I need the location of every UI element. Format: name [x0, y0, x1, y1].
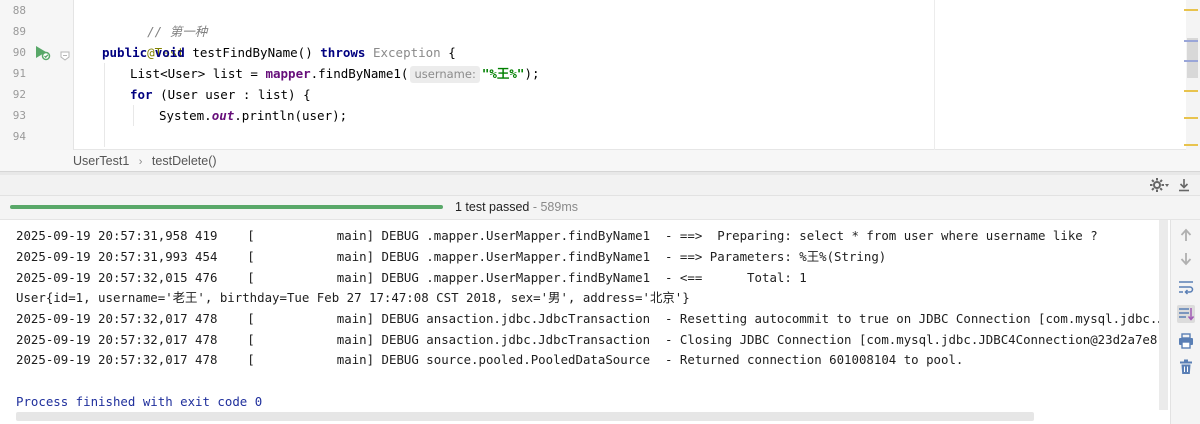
log-line: 2025-09-19 20:57:32,017 478 [ main] DEBU…	[16, 311, 1166, 326]
line-number: 90	[12, 46, 26, 59]
code-line-88[interactable]: // 第一种	[102, 0, 207, 39]
code-line-91[interactable]: List<User> list = mapper.findByName1(use…	[130, 63, 540, 84]
log-line: 2025-09-19 20:57:32,017 478 [ main] DEBU…	[16, 352, 964, 367]
code-editor[interactable]: 88 89 90 91 92 93 94 // 第一种 @Test public…	[0, 0, 1200, 165]
static-field-out: out	[211, 108, 235, 123]
test-result: 1 test passed	[455, 200, 530, 214]
editor-scrollbar-thumb[interactable]	[1187, 38, 1198, 78]
code-line-89[interactable]: @Test	[102, 21, 185, 60]
gear-icon[interactable]	[1150, 177, 1170, 196]
error-stripe-marker[interactable]	[1184, 144, 1198, 146]
method-call: .findByName1(	[310, 66, 409, 81]
error-stripe-marker[interactable]	[1184, 9, 1198, 11]
right-margin-guide	[934, 0, 935, 150]
code-line-92[interactable]: for (User user : list) {	[130, 84, 311, 105]
string-literal: "%王%"	[481, 66, 525, 81]
test-progress-bar	[10, 205, 443, 209]
line-number: 94	[12, 130, 26, 143]
run-panel-toolbar	[0, 175, 1200, 196]
exit-message: Process finished with exit code 0	[16, 394, 263, 409]
keyword-throws: throws	[320, 45, 366, 60]
field-mapper: mapper	[265, 66, 311, 81]
console-horizontal-scrollbar[interactable]	[16, 412, 1034, 421]
for-clause: (User user : list) {	[152, 87, 311, 102]
breadcrumb-item-class[interactable]: UserTest1	[73, 150, 129, 172]
gutter-line-88: 88	[0, 0, 74, 21]
keyword-void: void	[154, 45, 185, 60]
line-number: 92	[12, 88, 26, 101]
println-call: .println(user);	[234, 108, 348, 123]
log-line: 2025-09-19 20:57:31,958 419 [ main] DEBU…	[16, 228, 1106, 243]
log-line: 2025-09-19 20:57:32,015 476 [ main] DEBU…	[16, 270, 807, 285]
gutter-line-90: 90	[0, 42, 74, 63]
keyword-public: public	[102, 45, 148, 60]
gutter-line-94: 94	[0, 126, 74, 147]
line-number: 88	[12, 4, 26, 17]
gutter-line-91: 91	[0, 63, 74, 84]
status-separator: -	[529, 200, 541, 214]
error-stripe-marker[interactable]	[1184, 60, 1198, 62]
test-duration: 589ms	[540, 200, 578, 214]
console-output[interactable]: 2025-09-19 20:57:31,958 419 [ main] DEBU…	[0, 220, 1166, 424]
test-status-bar: 1 test passed - 589ms	[0, 196, 1200, 220]
error-stripe-marker[interactable]	[1184, 90, 1198, 92]
breadcrumb-separator: ›	[138, 156, 143, 168]
code-declaration: List<User> list =	[130, 66, 266, 81]
console-side-toolbar	[1170, 220, 1200, 424]
line-number: 93	[12, 109, 26, 122]
arrow-down-icon[interactable]	[1177, 250, 1195, 268]
indent-guide	[133, 105, 134, 126]
line-number: 89	[12, 25, 26, 38]
line-number: 91	[12, 67, 26, 80]
error-stripe-marker[interactable]	[1184, 117, 1198, 119]
gutter-line-93: 93	[0, 105, 74, 126]
code-line-90[interactable]: public void testFindByName() throws Exce…	[102, 42, 456, 63]
arrow-up-icon[interactable]	[1177, 226, 1195, 244]
error-stripe-marker[interactable]	[1184, 40, 1198, 42]
code-line-94[interactable]: }	[130, 126, 183, 165]
trash-icon[interactable]	[1177, 358, 1195, 376]
log-line: 2025-09-19 20:57:32,017 478 [ main] DEBU…	[16, 332, 1165, 347]
open-brace: {	[448, 45, 456, 60]
gutter-line-89: 89	[0, 21, 74, 42]
keyword-for: for	[130, 87, 153, 102]
exception-type: Exception	[372, 45, 441, 60]
statement-end: );	[524, 66, 540, 81]
code-line-93[interactable]: System.out.println(user);	[159, 105, 347, 126]
editor-gutter: 88 89 90 91 92 93 94	[0, 0, 74, 150]
gutter-line-92: 92	[0, 84, 74, 105]
method-name: testFindByName()	[192, 45, 313, 60]
parameter-hint: username:	[410, 66, 480, 83]
download-icon[interactable]	[1178, 178, 1190, 197]
soft-wrap-icon[interactable]	[1177, 278, 1195, 296]
log-line: 2025-09-19 20:57:31,993 454 [ main] DEBU…	[16, 249, 887, 264]
scroll-to-end-icon[interactable]	[1177, 305, 1195, 323]
breadcrumb: UserTest1 › testDelete()	[0, 150, 1200, 172]
print-icon[interactable]	[1177, 332, 1195, 350]
code-area[interactable]: // 第一种 @Test public void testFindByName(…	[74, 0, 934, 165]
code-system: System.	[159, 108, 212, 123]
test-status-text: 1 test passed - 589ms	[455, 196, 578, 219]
breadcrumb-item-method[interactable]: testDelete()	[152, 150, 217, 172]
log-line: User{id=1, username='老王', birthday=Tue F…	[16, 290, 690, 305]
console-vertical-scrollbar[interactable]	[1159, 220, 1168, 410]
